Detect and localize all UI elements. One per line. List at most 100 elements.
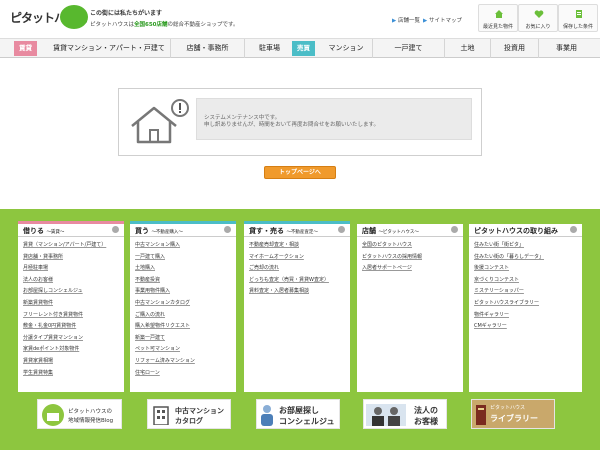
arrow-icon: ▶ — [392, 18, 397, 24]
nav-mansion[interactable]: マンション — [320, 39, 372, 58]
footer-link[interactable]: 全国のピタットハウス — [360, 241, 460, 253]
subtagline-post: の総合不動産ショップです。 — [167, 22, 239, 28]
footer-column-head[interactable]: 店舗 ～ピタットハウス～ — [357, 221, 463, 237]
chevron-icon — [570, 226, 577, 233]
footer-link[interactable]: 学生賃貸特集 — [21, 369, 121, 381]
building-icon — [153, 406, 169, 425]
column-title-text: 買う — [135, 227, 149, 235]
saved-conditions-label: 保存した条件 — [562, 24, 593, 30]
footer-link[interactable]: 後援コンテスト — [472, 264, 572, 276]
column-accent-bar — [18, 221, 124, 224]
nav-investment[interactable]: 投資用 — [490, 39, 538, 58]
footer-column-head[interactable]: ピタットハウスの取り組み — [469, 221, 582, 237]
chevron-icon — [224, 226, 231, 233]
footer-link-list: 不動産売却査定・相談 マイホームオークション ご売却の流れ どっちも査定（売買・… — [247, 241, 347, 299]
nav-business[interactable]: 事業用 — [538, 39, 594, 58]
footer-link[interactable]: 貸店舗・貸事務所 — [21, 253, 121, 265]
footer-link[interactable]: 中古マンション購入 — [133, 241, 233, 253]
favorites-label: お気に入り — [525, 24, 551, 30]
banner-line-2: カタログ — [175, 417, 203, 425]
footer-link[interactable]: 敷金・礼金0円賃貸物件 — [21, 322, 121, 334]
column-title: 借りる ～賃貸～ — [23, 226, 64, 236]
footer-link[interactable]: フリーレント付き賃貸物件 — [21, 311, 121, 323]
footer-link[interactable]: ミステリーショッパー — [472, 287, 572, 299]
site-header: ピタットハウス この街には私たちがいます ピタットハウスは全国650店舗の総合不… — [0, 0, 600, 36]
footer-link[interactable]: どっちも査定（売買・賃貸W査定） — [247, 276, 347, 288]
nav-parking[interactable]: 駐車場 — [244, 39, 294, 58]
footer-link[interactable]: ペット可マンション — [133, 345, 233, 357]
mansion-catalog-banner[interactable]: 中古マンション カタログ — [147, 399, 231, 429]
sitemap-link[interactable]: ▶ サイトマップ — [423, 16, 462, 24]
nav-land[interactable]: 土地 — [444, 39, 490, 58]
footer-link[interactable]: 分譲タイプ賃貸マンション — [21, 334, 121, 346]
maintenance-message: システムメンテナンス中です。 申し訳ありませんが、時間をおいて再度お問合せをお願… — [196, 98, 472, 140]
footer-link[interactable]: 法人のお客様 — [21, 276, 121, 288]
footer-link[interactable]: 不動産投資 — [133, 276, 233, 288]
footer-link[interactable]: 中古マンションカタログ — [133, 299, 233, 311]
logo-bubble-icon — [60, 5, 88, 29]
footer-link[interactable]: 新築賃貸物件 — [21, 299, 121, 311]
footer-link[interactable]: 事業用物件購入 — [133, 287, 233, 299]
column-subtitle: ～賃貸～ — [46, 230, 65, 235]
column-accent-bar — [244, 221, 350, 224]
store-list-link[interactable]: ▶ 店舗一覧 — [392, 16, 420, 24]
store-list-label: 店舗一覧 — [397, 18, 420, 24]
footer-link-list: 中古マンション購入 一戸建て購入 土地購入 不動産投資 事業用物件購入 中古マン… — [133, 241, 233, 380]
footer-column-head[interactable]: 買う ～不動産購入～ — [130, 221, 236, 237]
footer-link[interactable]: 賃貸家賃相場 — [21, 357, 121, 369]
banner-line-2: コンシェルジュ — [279, 417, 335, 426]
machipita-banner[interactable]: ピタットハウスの 地域情報発信Blog — [37, 399, 122, 429]
footer-link[interactable]: リフォーム済みマンション — [133, 357, 233, 369]
footer-column-head[interactable]: 貸す・売る ～不動産査定～ — [244, 221, 350, 237]
subtagline: ピタットハウスは全国650店舗の総合不動産ショップです。 — [90, 20, 238, 28]
main-nav: 賃貸 賃貸マンション・アパート・戸建て 店舗・事務所 駐車場 売買 マンション … — [0, 38, 600, 58]
corporate-banner[interactable]: 法人の お客様 — [363, 399, 447, 429]
footer-link[interactable]: 住みたい街の「暮らしデータ」 — [472, 253, 572, 265]
nav-store-office[interactable]: 店舗・事務所 — [170, 39, 244, 58]
footer-link[interactable]: ご購入の流れ — [133, 311, 233, 323]
footer-link[interactable]: 一戸建て購入 — [133, 253, 233, 265]
site-logo[interactable]: ピタットハウス — [10, 5, 88, 33]
chevron-icon — [338, 226, 345, 233]
footer-link[interactable]: 賃貸（マンション/アパート/戸建て） — [21, 241, 121, 253]
concierge-banner[interactable]: お部屋探し コンシェルジュ — [256, 399, 340, 429]
footer-link[interactable]: 不動産売却査定・相談 — [247, 241, 347, 253]
document-icon — [576, 10, 582, 18]
favorites-button[interactable]: お気に入り — [518, 4, 558, 32]
footer-link[interactable]: 住宅ローン — [133, 369, 233, 381]
footer-link[interactable]: ご売却の流れ — [247, 264, 347, 276]
maintenance-box: システムメンテナンス中です。 申し訳ありませんが、時間をおいて再度お問合せをお願… — [118, 88, 482, 156]
footer-link[interactable]: ピタットハウスライブラリー — [472, 299, 572, 311]
nav-house[interactable]: 一戸建て — [372, 39, 444, 58]
sitemap-label: サイトマップ — [428, 18, 462, 24]
footer-link[interactable]: 購入希望物件リクエスト — [133, 322, 233, 334]
footer-link[interactable]: ピタットハウスの採用情報 — [360, 253, 460, 265]
footer-link[interactable]: 物件ギャラリー — [472, 311, 572, 323]
saved-conditions-button[interactable]: 保存した条件 — [558, 4, 598, 32]
column-title-text: 店舗 — [362, 227, 376, 235]
footer-link[interactable]: 家賃deポイント対象物件 — [21, 345, 121, 357]
footer-column-head[interactable]: 借りる ～賃貸～ — [18, 221, 124, 237]
recently-viewed-button[interactable]: 最近見た物件 — [478, 4, 518, 32]
column-title: ピタットハウスの取り組み — [474, 227, 558, 235]
footer: 借りる ～賃貸～ 賃貸（マンション/アパート/戸建て） 貸店舗・貸事務所 月極駐… — [0, 209, 600, 450]
nav-rent-residential[interactable]: 賃貸マンション・アパート・戸建て — [48, 39, 170, 58]
footer-link[interactable]: 賃料査定・入居者募集相談 — [247, 287, 347, 299]
footer-link[interactable]: 新築一戸建て — [133, 334, 233, 346]
footer-link[interactable]: CMギャラリー — [472, 322, 572, 334]
column-title: 貸す・売る ～不動産査定～ — [249, 226, 318, 236]
machipita-logo-icon — [42, 404, 64, 426]
arrow-icon: ▶ — [423, 18, 428, 24]
footer-link[interactable]: 月極駐車場 — [21, 264, 121, 276]
column-title: 店舗 ～ピタットハウス～ — [362, 226, 419, 236]
top-page-button[interactable]: トップページへ — [264, 166, 336, 179]
column-subtitle: ～不動産購入～ — [151, 230, 183, 235]
footer-link[interactable]: 土地購入 — [133, 264, 233, 276]
footer-link[interactable]: 京づくりコンテスト — [472, 276, 572, 288]
footer-link[interactable]: マイホームオークション — [247, 253, 347, 265]
library-banner[interactable]: ピタットハウス ライブラリー — [471, 399, 555, 429]
footer-link[interactable]: お部屋探しコンシェルジュ — [21, 287, 121, 299]
footer-link[interactable]: 住みたい街「街ピタ」 — [472, 241, 572, 253]
footer-column-rent: 借りる ～賃貸～ 賃貸（マンション/アパート/戸建て） 貸店舗・貸事務所 月極駐… — [18, 221, 124, 392]
footer-link[interactable]: 入居者サポートページ — [360, 264, 460, 276]
